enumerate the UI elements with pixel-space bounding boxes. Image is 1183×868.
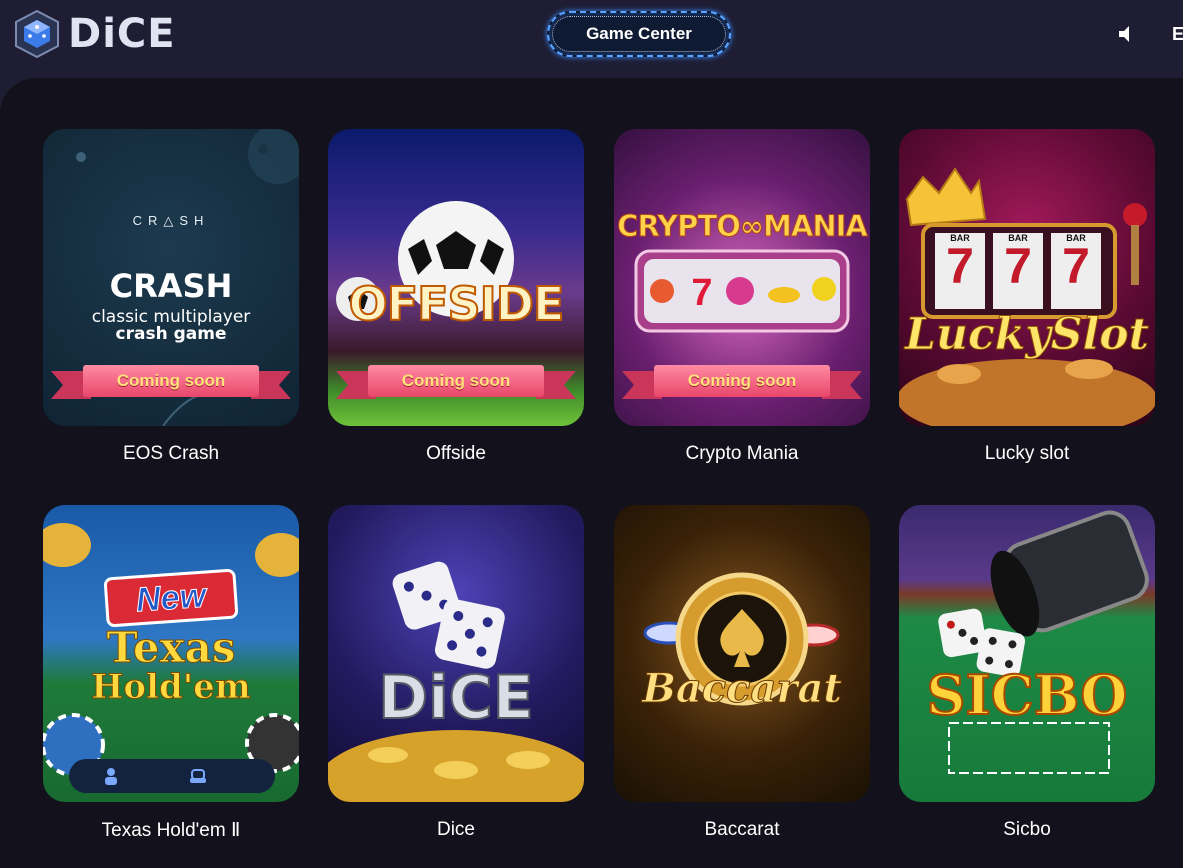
game-thumbnail[interactable]: CR△SH CRASH classic multiplayer crash ga… (43, 129, 299, 426)
game-title[interactable]: Crypto Mania (614, 443, 870, 465)
game-title[interactable]: Offside (328, 443, 584, 465)
dice-logo-icon (15, 9, 59, 59)
brand-logo[interactable]: DiCE (14, 8, 176, 60)
game-card-texas-holdem[interactable]: New Texas Hold'em Texas Hold'em Ⅱ (43, 505, 299, 841)
game-card-lucky-slot[interactable]: BAR 7 BAR 7 BAR 7 LuckySlot Lucky slot (899, 129, 1155, 464)
game-card-offside[interactable]: OFFSIDE Coming soon Offside (328, 129, 584, 464)
game-card-sicbo[interactable]: SICBO Sicbo (899, 505, 1155, 840)
reel-1-value: 7 (946, 238, 974, 294)
game-thumbnail[interactable]: CRYPTO∞MANIA 7 Coming soon (614, 129, 870, 426)
coming-soon-label: Coming soon (654, 365, 830, 397)
game-card-dice[interactable]: DiCE Dice (328, 505, 584, 840)
dice-pair-icon (328, 561, 584, 802)
slot-reels: BAR 7 BAR 7 BAR 7 (935, 233, 1101, 309)
reel-3-value: 7 (1062, 238, 1090, 294)
baccarat-headline: Baccarat (642, 665, 843, 713)
game-thumbnail[interactable]: Baccarat (614, 505, 870, 802)
coming-soon-label: Coming soon (83, 365, 259, 397)
game-thumbnail[interactable]: New Texas Hold'em (43, 505, 299, 802)
svg-text:7: 7 (691, 272, 712, 314)
game-grid-panel: CR△SH CRASH classic multiplayer crash ga… (0, 78, 1183, 868)
game-title[interactable]: Dice (328, 819, 584, 841)
game-title[interactable]: EOS Crash (43, 443, 299, 465)
game-thumbnail[interactable]: DiCE (328, 505, 584, 802)
brand-name: DiCE (68, 11, 176, 57)
coming-soon-ribbon: Coming soon (51, 365, 291, 399)
game-title[interactable]: Sicbo (899, 819, 1155, 841)
game-card-baccarat[interactable]: Baccarat Baccarat (614, 505, 870, 840)
table-info-bar (69, 759, 275, 793)
crash-logo: CR△SH (132, 213, 210, 228)
sicbo-headline: SICBO (926, 662, 1129, 728)
reel-2-value: 7 (1004, 238, 1032, 294)
language-selector[interactable]: E (1172, 24, 1183, 45)
top-bar: DiCE Game Center E (0, 0, 1183, 78)
player-icon (105, 768, 117, 785)
coming-soon-ribbon: Coming soon (622, 365, 862, 399)
texas-line-1: Texas (106, 623, 236, 673)
game-card-eos-crash[interactable]: CR△SH CRASH classic multiplayer crash ga… (43, 129, 299, 464)
offside-headline: OFFSIDE (348, 276, 566, 332)
game-title[interactable]: Baccarat (614, 819, 870, 841)
game-card-crypto-mania[interactable]: CRYPTO∞MANIA 7 Coming soon Crypto Mania (614, 129, 870, 464)
game-center-label: Game Center (586, 24, 692, 43)
crash-line-2: crash game (115, 324, 227, 344)
game-title[interactable]: Texas Hold'em Ⅱ (43, 819, 299, 842)
game-thumbnail[interactable]: BAR 7 BAR 7 BAR 7 LuckySlot (899, 129, 1155, 426)
game-thumbnail[interactable]: SICBO (899, 505, 1155, 802)
coming-soon-label: Coming soon (368, 365, 544, 397)
lucky-slot-headline: LuckySlot (905, 309, 1150, 361)
speaker-icon[interactable] (1116, 24, 1136, 44)
dice-headline: DiCE (377, 662, 534, 734)
new-badge: New (103, 568, 239, 628)
crash-headline: CRASH (109, 267, 233, 305)
game-title[interactable]: Lucky slot (899, 443, 1155, 465)
new-badge-label: New (134, 576, 208, 620)
spade-chip-icon (643, 572, 840, 706)
texas-line-2: Hold'em (91, 667, 252, 708)
seat-icon (190, 769, 206, 783)
game-thumbnail[interactable]: OFFSIDE Coming soon (328, 129, 584, 426)
coming-soon-ribbon: Coming soon (336, 365, 576, 399)
dice-cup-icon (938, 510, 1149, 774)
game-center-button[interactable]: Game Center (547, 11, 731, 57)
